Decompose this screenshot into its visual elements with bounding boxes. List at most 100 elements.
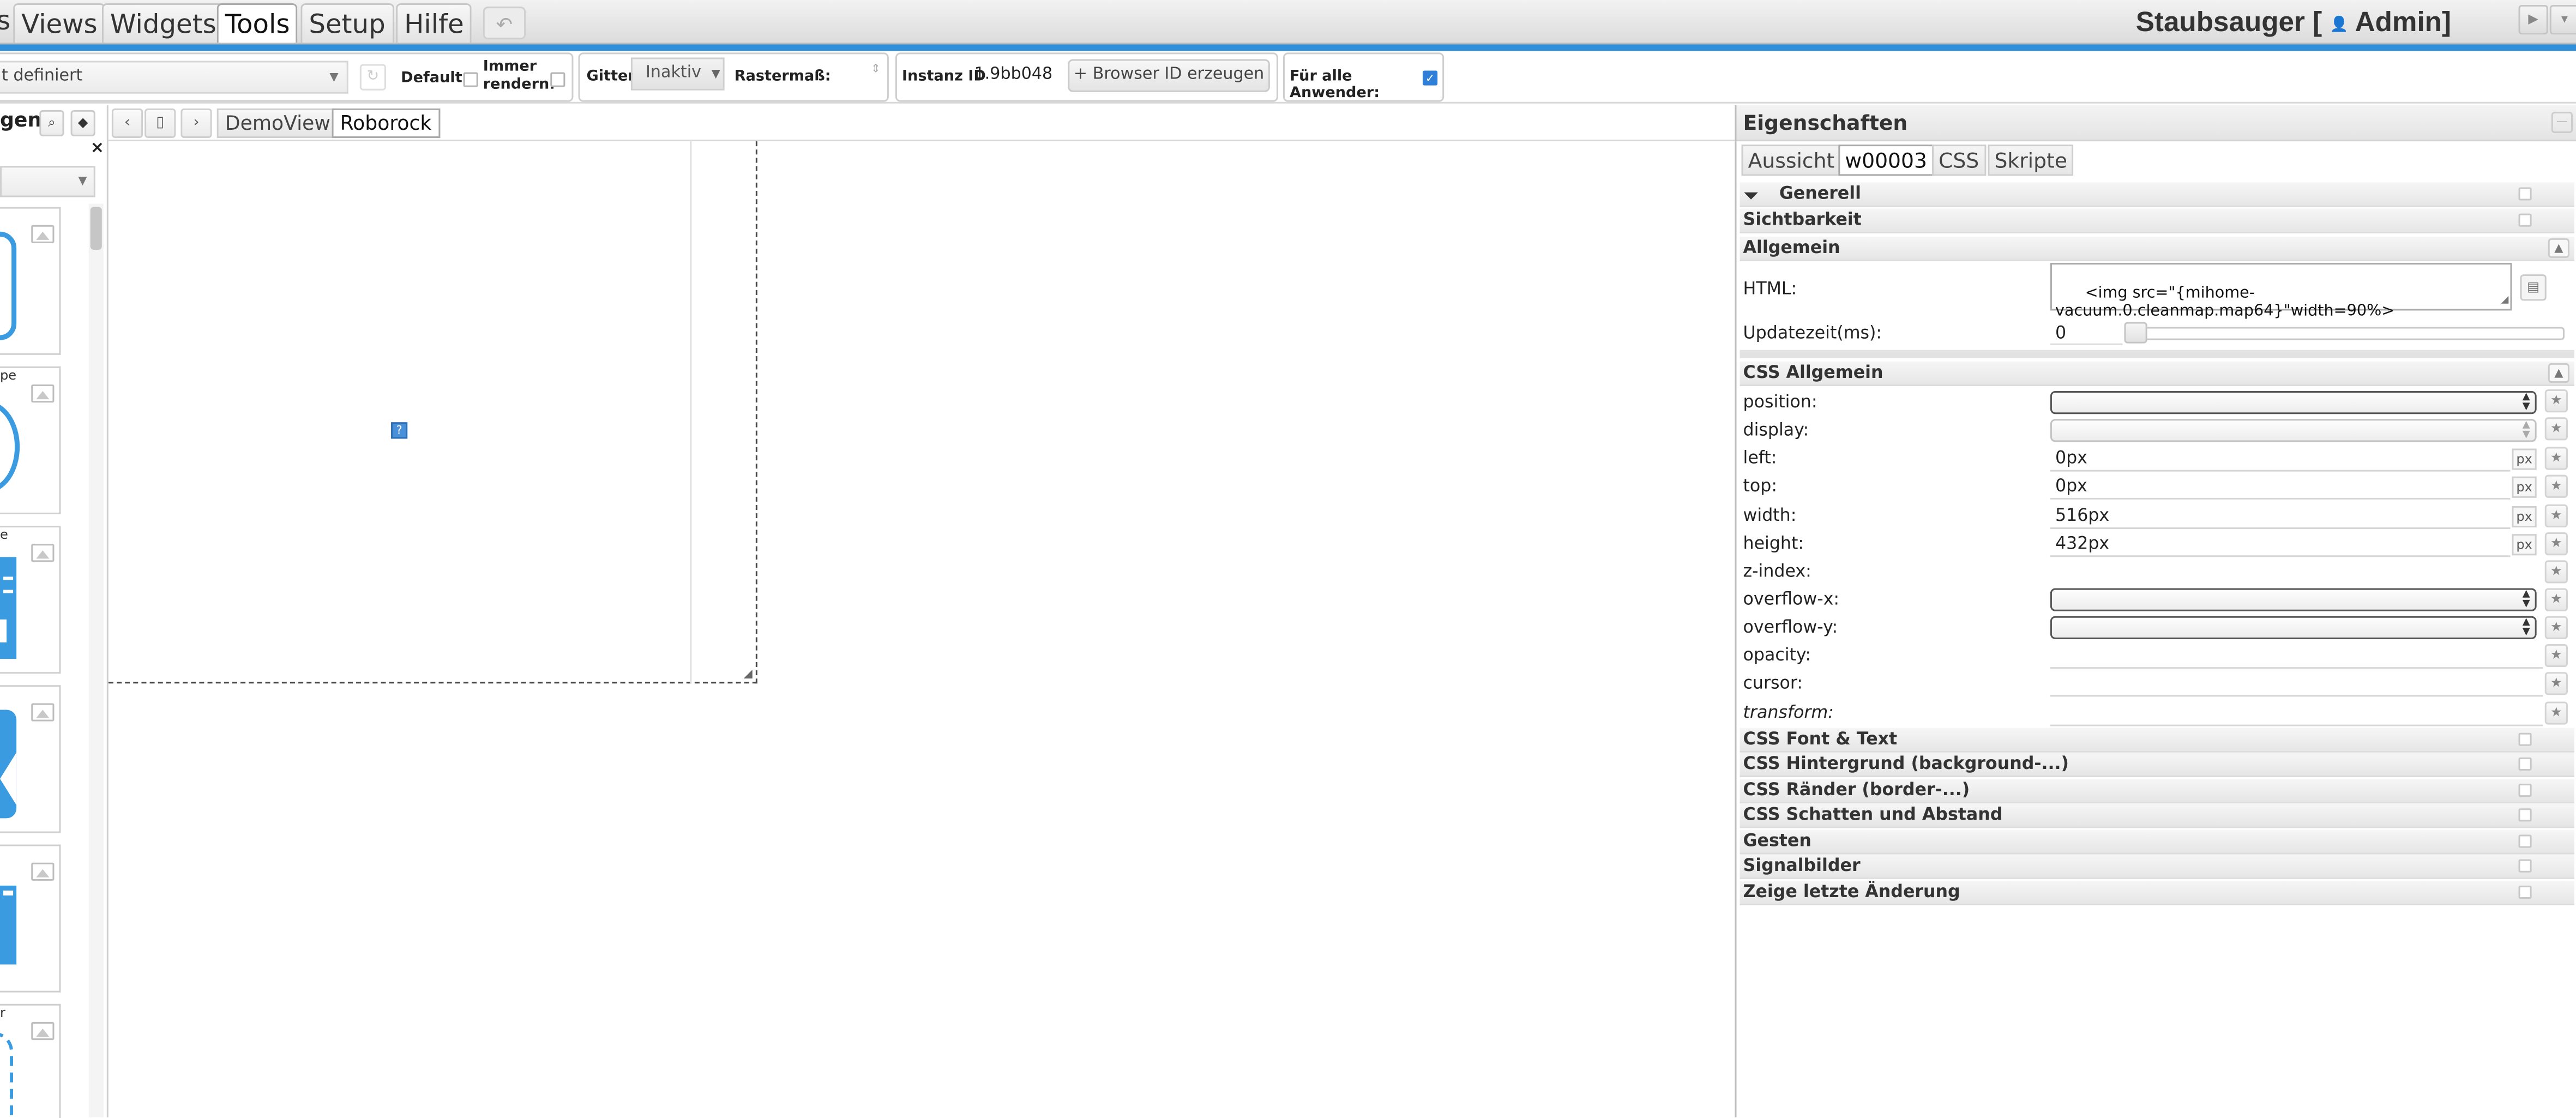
tab-css[interactable]: CSS bbox=[1932, 145, 1986, 176]
opacity-input[interactable] bbox=[2050, 644, 2543, 669]
section-checkbox[interactable] bbox=[2518, 784, 2532, 797]
view-tab-roborock[interactable]: Roborock bbox=[332, 108, 440, 139]
prev-view-button[interactable]: ‹ bbox=[111, 108, 143, 139]
menu-tab-tools[interactable]: Tools bbox=[216, 3, 298, 43]
menu-tab-cut[interactable]: s bbox=[0, 5, 10, 36]
menu-tab-setup[interactable]: Setup bbox=[300, 3, 394, 43]
widget-card[interactable]: pe bbox=[0, 366, 61, 514]
html-textarea[interactable]: <img src="{mihome- vacuum.0.cleanmap.map… bbox=[2050, 263, 2512, 320]
star-icon[interactable]: ★ bbox=[2544, 532, 2568, 556]
section-letzte-aenderung[interactable]: Zeige letzte Änderung bbox=[1740, 880, 2574, 906]
default-checkbox[interactable] bbox=[463, 72, 478, 87]
refresh-button[interactable]: ↻ bbox=[359, 64, 386, 91]
unit-toggle[interactable]: px bbox=[2512, 506, 2537, 528]
unit-toggle[interactable]: px bbox=[2512, 448, 2537, 470]
menu-tab-hilfe[interactable]: Hilfe bbox=[396, 3, 472, 43]
section-checkbox[interactable] bbox=[2518, 859, 2532, 873]
star-icon[interactable]: ★ bbox=[2544, 616, 2568, 639]
section-signalbilder[interactable]: Signalbilder bbox=[1740, 854, 2574, 879]
section-css-background[interactable]: CSS Hintergrund (background-...) bbox=[1740, 752, 2574, 778]
collapse-icon[interactable]: ▲ bbox=[2548, 238, 2569, 259]
overflow-y-select[interactable]: ▲ ▼ bbox=[2050, 616, 2537, 639]
width-input[interactable]: 516px bbox=[2050, 504, 2511, 530]
star-icon[interactable]: ★ bbox=[2544, 560, 2568, 584]
overflow-x-select[interactable]: ▲ ▼ bbox=[2050, 588, 2537, 611]
section-gesten[interactable]: Gesten bbox=[1740, 830, 2574, 855]
broken-image-icon[interactable]: ? bbox=[391, 422, 408, 439]
position-select[interactable]: ▲ ▼ bbox=[2050, 391, 2537, 414]
section-checkbox[interactable] bbox=[2518, 732, 2532, 746]
widget-card[interactable] bbox=[0, 844, 61, 993]
views-list-button[interactable]: ▯ bbox=[145, 108, 176, 139]
widget-card[interactable]: r bbox=[0, 1003, 61, 1118]
section-checkbox[interactable] bbox=[2518, 834, 2532, 848]
star-icon[interactable]: ★ bbox=[2544, 417, 2568, 441]
resize-grip-icon[interactable]: ◢ bbox=[2501, 291, 2509, 309]
minimize-icon[interactable]: — bbox=[2551, 111, 2573, 134]
cursor-input[interactable] bbox=[2050, 672, 2543, 697]
height-input[interactable]: 432px bbox=[2050, 532, 2511, 557]
star-icon[interactable]: ★ bbox=[2544, 447, 2568, 470]
section-generell[interactable]: ⏷ Generell bbox=[1740, 182, 2574, 207]
star-icon[interactable]: ★ bbox=[2544, 389, 2568, 413]
section-sichtbarkeit[interactable]: Sichtbarkeit bbox=[1740, 208, 2574, 233]
star-icon[interactable]: ★ bbox=[2544, 644, 2568, 668]
section-checkbox[interactable] bbox=[2518, 885, 2532, 899]
updatezeit-slider[interactable] bbox=[2124, 327, 2565, 340]
star-icon[interactable]: ★ bbox=[2544, 504, 2568, 528]
section-css-allgemein[interactable]: CSS Allgemein ▲ bbox=[1740, 361, 2574, 386]
view-select[interactable]: t definiert ▼ bbox=[0, 61, 348, 94]
fuer-alle-checkbox[interactable]: ✓ bbox=[1423, 70, 1438, 86]
palette-scroll-thumb[interactable] bbox=[90, 207, 102, 250]
updatezeit-input[interactable]: 0 bbox=[2050, 322, 2123, 345]
immer-rendern-checkbox[interactable] bbox=[550, 72, 565, 87]
section-allgemein[interactable]: Allgemein ▲ bbox=[1740, 236, 2574, 262]
next-view-button[interactable]: › bbox=[180, 108, 212, 139]
updatezeit-slider-handle[interactable] bbox=[2124, 322, 2147, 344]
section-checkbox[interactable] bbox=[2518, 808, 2532, 822]
star-icon[interactable]: ★ bbox=[2544, 672, 2568, 695]
menu-dropdown-button[interactable]: ▾ bbox=[2549, 5, 2576, 35]
view-tab-demoview[interactable]: DemoView bbox=[216, 108, 339, 139]
menu-tab-widgets[interactable]: Widgets bbox=[101, 3, 225, 43]
section-css-border[interactable]: CSS Ränder (border-...) bbox=[1740, 779, 2574, 804]
widget-set-select[interactable]: ▼ bbox=[0, 166, 95, 197]
left-input[interactable]: 0px bbox=[2050, 447, 2511, 472]
html-widget[interactable]: ◢ bbox=[108, 141, 757, 684]
section-css-font[interactable]: CSS Font & Text bbox=[1740, 728, 2574, 753]
tag-button[interactable]: ◆ bbox=[70, 110, 95, 137]
resize-handle-icon[interactable]: ◢ bbox=[744, 667, 753, 680]
display-select[interactable]: ▲ ▼ bbox=[2050, 419, 2537, 442]
undo-button[interactable]: ↶ bbox=[483, 7, 526, 40]
section-css-shadow[interactable]: CSS Schatten und Abstand bbox=[1740, 803, 2574, 828]
close-icon[interactable]: × bbox=[91, 140, 104, 158]
star-icon[interactable]: ★ bbox=[2544, 701, 2568, 725]
section-generell-checkbox[interactable] bbox=[2518, 187, 2532, 201]
top-input[interactable]: 0px bbox=[2050, 475, 2511, 500]
gitter-select[interactable]: Inaktiv ▼ bbox=[630, 57, 725, 91]
search-button[interactable]: ⌕ bbox=[39, 110, 64, 137]
palette-scrollbar[interactable] bbox=[88, 203, 104, 1117]
rastermass-spinner[interactable]: ⇕ bbox=[818, 62, 881, 85]
html-editor-button[interactable]: ▤ bbox=[2520, 274, 2547, 301]
tab-w00003[interactable]: w00003 bbox=[1838, 145, 1934, 176]
section-sichtbarkeit-checkbox[interactable] bbox=[2518, 213, 2532, 227]
z-index-input[interactable] bbox=[2050, 560, 2511, 585]
view-canvas[interactable]: ◢ ? bbox=[108, 141, 1735, 1117]
unit-toggle[interactable]: px bbox=[2512, 534, 2537, 556]
widget-card[interactable]: e bbox=[0, 526, 61, 674]
tab-skripte[interactable]: Skripte bbox=[1988, 145, 2074, 176]
transform-input[interactable] bbox=[2050, 701, 2543, 726]
collapse-icon[interactable]: ▲ bbox=[2548, 363, 2569, 383]
unit-toggle[interactable]: px bbox=[2512, 476, 2537, 498]
star-icon[interactable]: ★ bbox=[2544, 588, 2568, 611]
section-checkbox[interactable] bbox=[2518, 757, 2532, 771]
widget-card[interactable] bbox=[0, 207, 61, 355]
star-icon[interactable]: ★ bbox=[2544, 474, 2568, 498]
widget-card[interactable] bbox=[0, 685, 61, 833]
browser-id-button[interactable]: + Browser ID erzeugen bbox=[1068, 59, 1270, 92]
tab-aussicht[interactable]: Aussicht bbox=[1741, 145, 1841, 176]
filter-icon[interactable]: ⏷ bbox=[1743, 184, 1759, 208]
play-button[interactable]: ▶ bbox=[2518, 5, 2548, 35]
menu-tab-views[interactable]: Views bbox=[13, 3, 106, 43]
